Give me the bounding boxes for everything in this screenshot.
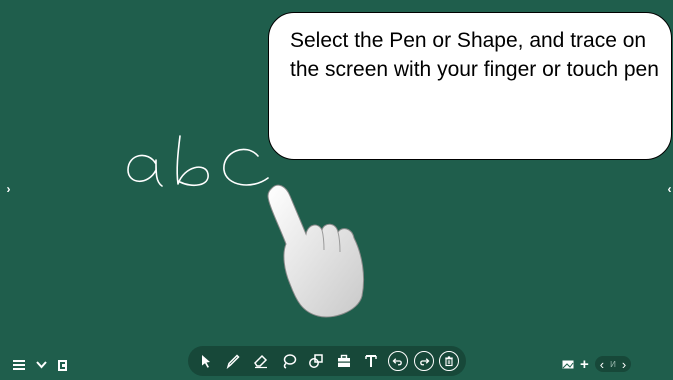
redo-icon[interactable] <box>413 351 434 371</box>
pointing-hand-icon <box>267 184 365 318</box>
shape-tool-icon[interactable] <box>305 350 327 372</box>
trash-icon[interactable] <box>439 351 460 371</box>
left-panel-toggle[interactable]: › <box>4 181 13 197</box>
pen-tool-icon[interactable] <box>222 350 244 372</box>
select-tool-icon[interactable] <box>195 350 217 372</box>
drawing-toolbar <box>188 346 466 376</box>
next-page-button[interactable]: › <box>622 357 626 372</box>
menu-icon[interactable] <box>12 358 26 372</box>
page-preview-icon[interactable] <box>562 356 574 372</box>
undo-icon[interactable] <box>387 351 408 371</box>
instruction-text: Select the Pen or Shape, and trace on th… <box>290 29 659 81</box>
bottom-right-controls: + ‹ И › <box>562 356 632 373</box>
add-page-button[interactable]: + <box>580 356 589 373</box>
prev-page-button[interactable]: ‹ <box>600 357 604 372</box>
chevron-down-icon[interactable] <box>34 358 48 372</box>
text-tool-icon[interactable] <box>360 350 382 372</box>
toolbox-icon[interactable] <box>333 350 355 372</box>
page-navigator: ‹ И › <box>594 356 632 372</box>
right-panel-toggle[interactable]: ‹ <box>665 181 673 197</box>
eraser-tool-icon[interactable] <box>250 350 272 372</box>
page-indicator: И <box>610 359 616 369</box>
bottom-left-controls <box>12 358 70 372</box>
lasso-tool-icon[interactable] <box>278 350 300 372</box>
instruction-bubble: Select the Pen or Shape, and trace on th… <box>268 12 672 160</box>
exit-icon[interactable] <box>56 358 70 372</box>
